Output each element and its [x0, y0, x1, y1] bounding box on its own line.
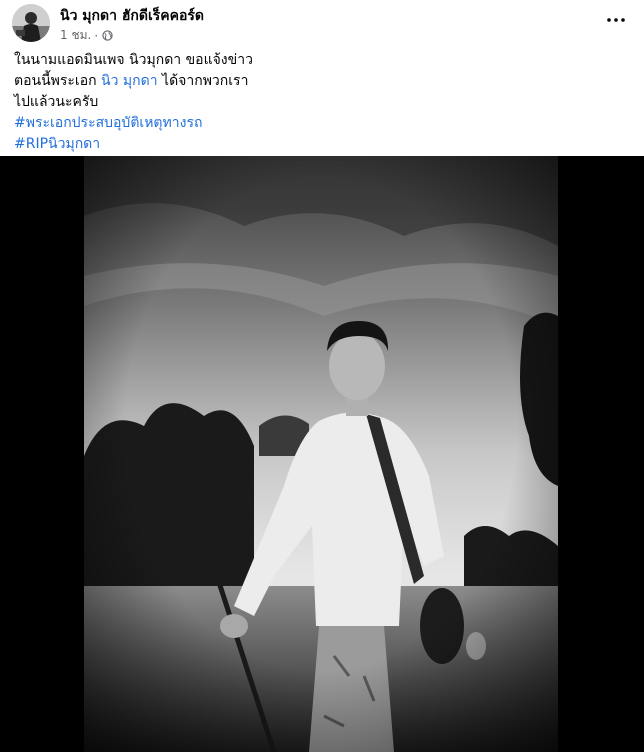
facebook-post: นิว มุกดา ฮักดีเร็คคอร์ด 1 ชม. · ในนามแอ… — [0, 0, 644, 752]
more-options-icon[interactable] — [604, 8, 628, 32]
post-photo[interactable] — [84, 156, 558, 752]
post-photo-image — [84, 156, 558, 752]
author-name[interactable]: นิว มุกดา ฮักดีเร็คคอร์ด — [60, 5, 204, 27]
post-text-line-2-start: ตอนนี้พระเอก — [14, 73, 102, 89]
globe-icon[interactable] — [102, 30, 113, 41]
post-text-line-2-end: ได้จากพวกเรา — [157, 73, 249, 89]
hashtag-accident-link[interactable]: #พระเอกประสบอุบัติเหตุทางรถ — [14, 113, 624, 134]
post-time[interactable]: 1 ชม. — [60, 26, 91, 45]
post-meta: 1 ชม. · — [60, 26, 113, 45]
post-text-line-3: ไปแล้วนะครับ — [14, 94, 99, 110]
post-text: ในนามแอดมินเพจ นิวมุกดา ขอแจ้งข่าว ตอนนี… — [14, 50, 624, 155]
post-photo-container[interactable] — [0, 156, 644, 752]
post-header: นิว มุกดา ฮักดีเร็คคอร์ด 1 ชม. · — [0, 0, 644, 48]
author-avatar[interactable] — [12, 4, 50, 42]
post-text-line-1: ในนามแอดมินเพจ นิวมุกดา ขอแจ้งข่าว — [14, 52, 253, 68]
avatar-image — [12, 4, 50, 42]
post-text-line-2: ตอนนี้พระเอก นิว มุกดา ได้จากพวกเรา — [14, 71, 624, 92]
tagged-name-link[interactable]: นิว มุกดา — [101, 73, 158, 89]
meta-separator: · — [94, 28, 99, 43]
hashtag-rip-link[interactable]: #RIPนิวมุกดา — [14, 134, 624, 155]
